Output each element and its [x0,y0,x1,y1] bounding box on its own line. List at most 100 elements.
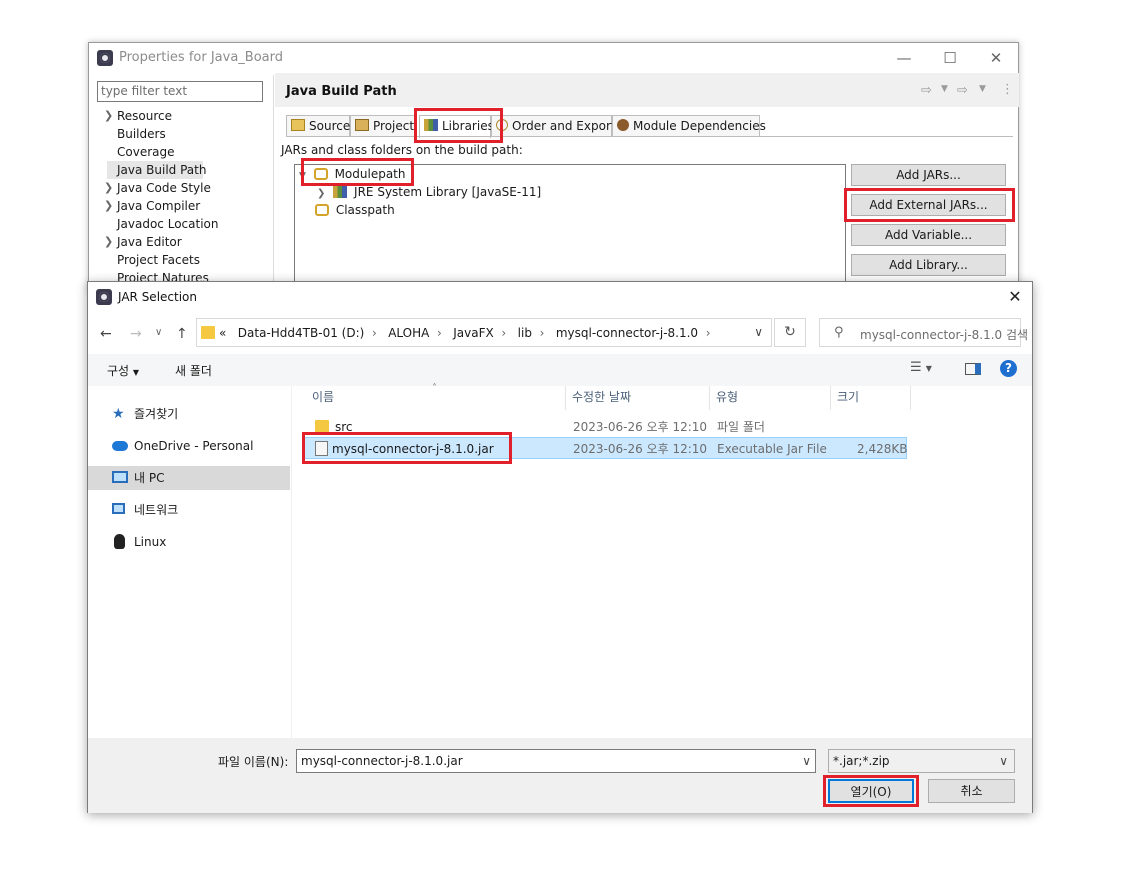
file-size: 2,428KB [857,442,908,456]
star-icon: ★ [112,406,125,422]
tree-item-java-build-path[interactable]: Java Build Path [107,161,206,179]
recent-dropdown-icon[interactable]: ∨ [155,327,162,338]
chevron-down-icon[interactable]: ▼ [941,84,948,94]
column-header-size[interactable]: 크기 [831,386,911,410]
close-button[interactable]: ✕ [998,282,1032,312]
breadcrumb-drive[interactable]: Data-Hdd4TB-01 (D:) [238,326,365,340]
command-bar: 구성 ▼ 새 폴더 ☰ ▼ ? [88,354,1032,386]
chevron-down-icon[interactable]: ∨ [999,754,1008,768]
breadcrumb-separator-icon[interactable]: › [372,326,377,340]
file-date: 2023-06-26 오후 12:10 [573,442,708,456]
add-library-button[interactable]: Add Library... [851,254,1006,276]
search-box[interactable]: ⚲ mysql-connector-j-8.1.0 검색 [819,318,1028,347]
column-header-name[interactable]: 이름 ˄ [306,383,566,410]
source-folder-icon [291,119,305,131]
highlight-modulepath [301,158,414,186]
history-nav: ⇨ ▼ ⇨ ▼ ⋮ [921,82,1017,101]
breadcrumb-aloha[interactable]: ALOHA [388,326,429,340]
nav-item-this-pc[interactable]: 내 PC [88,466,290,490]
file-date: 2023-06-26 오후 12:10 [573,420,708,434]
chevron-right-icon[interactable]: ❯ [104,179,113,197]
nav-item-favorites[interactable]: ★ 즐겨찾기 [88,402,290,426]
tab-underline [286,136,1013,137]
pc-icon [112,471,128,483]
chevron-right-icon[interactable]: ❯ [104,197,113,215]
highlight-open-button [823,775,919,807]
tree-item-javadoc-location[interactable]: Javadoc Location [97,215,273,233]
search-icon: ⚲ [834,325,844,340]
classpath-icon [315,204,329,216]
column-header-date[interactable]: 수정한 날짜 [566,386,710,410]
minimize-button[interactable]: — [881,43,927,73]
add-variable-button[interactable]: Add Variable... [851,224,1006,246]
breadcrumb-javafx[interactable]: JavaFX [453,326,493,340]
organize-button[interactable]: 구성 ▼ [107,362,139,379]
breadcrumb-lib[interactable]: lib [518,326,532,340]
tree-node-classpath[interactable]: Classpath [315,201,395,219]
file-type: Executable Jar File [717,442,827,456]
new-folder-button[interactable]: 새 폴더 [175,362,212,379]
properties-titlebar[interactable]: Properties for Java_Board — ☐ ✕ [89,43,1018,73]
jar-dialog-title: JAR Selection [118,290,197,304]
section-title: Java Build Path [286,84,397,99]
tree-item-coverage[interactable]: Coverage [97,143,273,161]
tree-item-java-code-style[interactable]: ❯ Java Code Style [97,179,273,197]
tab-source[interactable]: Source [286,115,350,137]
file-name-input[interactable]: mysql-connector-j-8.1.0.jar ∨ [296,749,816,773]
library-caption: JARs and class folders on the build path… [281,143,523,157]
chevron-right-icon[interactable]: ❯ [104,233,113,251]
back-arrow-icon[interactable]: ← [100,326,112,342]
tree-item-project-facets[interactable]: Project Facets [97,251,273,269]
chevron-down-icon: ▼ [132,368,140,377]
chevron-down-icon[interactable]: ▼ [979,84,986,94]
chevron-right-icon[interactable]: ❯ [317,188,325,199]
breadcrumb-connector[interactable]: mysql-connector-j-8.1.0 [556,326,698,340]
close-button[interactable]: ✕ [973,43,1019,73]
cancel-button[interactable]: 취소 [928,779,1015,803]
preview-pane-icon[interactable] [965,363,981,375]
navigation-pane: ★ 즐겨찾기 OneDrive - Personal 내 PC 네트워크 Linu… [88,386,292,738]
tree-item-builders[interactable]: Builders [97,125,273,143]
search-input[interactable]: mysql-connector-j-8.1.0 검색 [860,326,1028,343]
refresh-button[interactable]: ↻ [774,318,806,347]
properties-tree: ❯ Resource Builders Coverage Java Build P… [97,107,273,287]
tab-order-and-export[interactable]: Order and Export [491,115,616,137]
chevron-down-icon[interactable]: ∨ [754,325,763,339]
file-name-label: 파일 이름(N): [218,755,289,769]
file-type: 파일 폴더 [717,420,765,434]
breadcrumb-separator-icon[interactable]: › [540,326,545,340]
forward-arrow-icon[interactable]: ⇨ [957,83,968,98]
nav-item-linux[interactable]: Linux [88,530,290,554]
tree-item-resource[interactable]: ❯ Resource [97,107,273,125]
breadcrumb-separator-icon[interactable]: › [501,326,506,340]
view-options-icon[interactable]: ☰ ▼ [910,360,932,375]
help-icon[interactable]: ? [1000,360,1017,377]
folder-icon [201,326,215,339]
tree-item-java-compiler[interactable]: ❯ Java Compiler [97,197,273,215]
project-icon [355,119,369,131]
more-menu-icon[interactable]: ⋮ [1001,82,1014,97]
tab-module-dependencies[interactable]: Module Dependencies [612,115,766,137]
forward-arrow-icon[interactable]: → [130,326,142,342]
chevron-right-icon[interactable]: ❯ [104,107,113,125]
breadcrumb: « Data-Hdd4TB-01 (D:) › ALOHA › JavaFX ›… [219,326,711,340]
properties-window: Properties for Java_Board — ☐ ✕ type fil… [88,42,1019,295]
maximize-button[interactable]: ☐ [927,43,973,73]
tab-projects[interactable]: Project [350,115,416,137]
breadcrumb-overflow[interactable]: « [219,326,226,340]
breadcrumb-separator-icon[interactable]: › [437,326,442,340]
file-type-select[interactable]: *.jar;*.zip ∨ [828,749,1015,773]
filter-input[interactable]: type filter text [97,81,263,102]
column-header-type[interactable]: 유형 [710,386,831,410]
nav-item-network[interactable]: 네트워크 [88,498,290,522]
chevron-down-icon[interactable]: ∨ [802,754,811,768]
breadcrumb-separator-icon[interactable]: › [706,326,711,340]
jar-selection-dialog: JAR Selection ✕ ← → ∨ ↑ « Data-Hdd4TB-01… [87,281,1033,813]
add-jars-button[interactable]: Add JARs... [851,164,1006,186]
nav-item-onedrive[interactable]: OneDrive - Personal [88,434,290,458]
highlight-add-external-jars [844,188,1015,222]
tree-item-java-editor[interactable]: ❯ Java Editor [97,233,273,251]
back-arrow-icon[interactable]: ⇨ [921,83,932,98]
address-bar[interactable]: « Data-Hdd4TB-01 (D:) › ALOHA › JavaFX ›… [196,318,772,347]
up-arrow-icon[interactable]: ↑ [176,326,188,342]
